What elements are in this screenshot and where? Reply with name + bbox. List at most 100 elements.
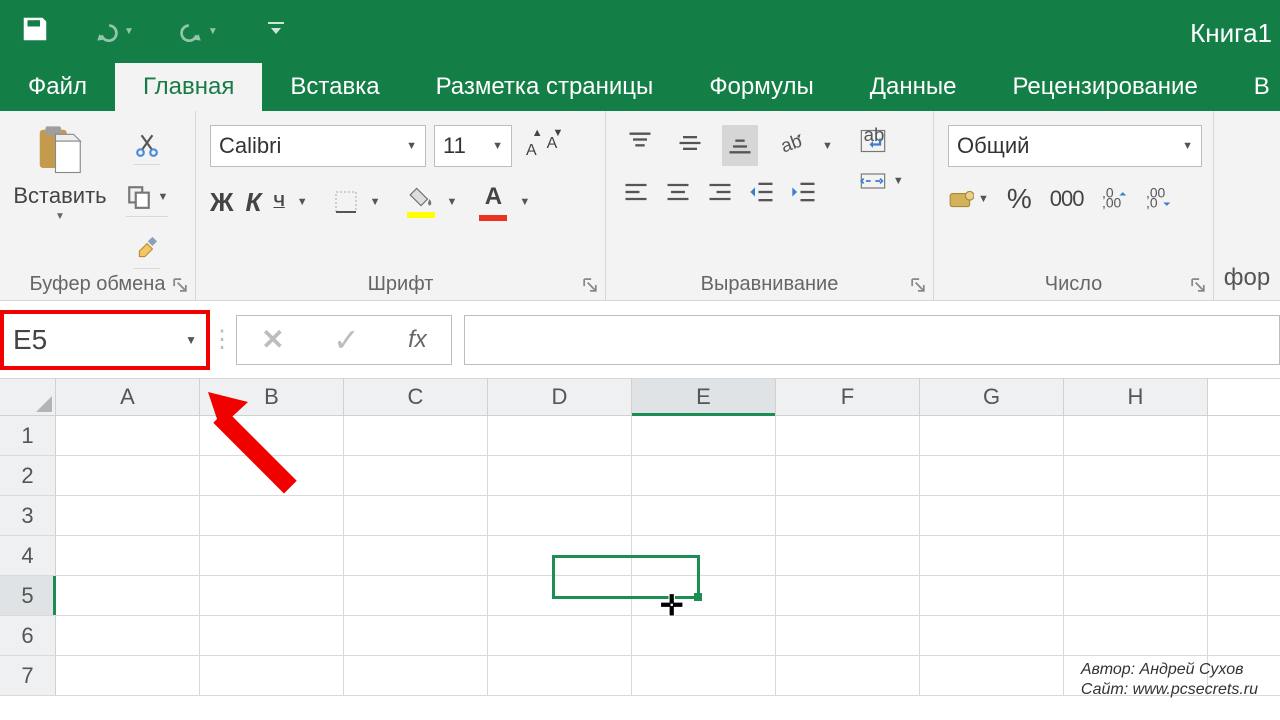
cell[interactable] [1064, 536, 1208, 575]
cell[interactable] [1064, 496, 1208, 535]
chevron-down-icon[interactable]: ▼ [185, 333, 197, 347]
chevron-down-icon[interactable]: ▼ [208, 26, 218, 37]
cell[interactable] [632, 496, 776, 535]
chevron-down-icon[interactable]: ▼ [406, 140, 417, 152]
italic-button[interactable]: К [246, 187, 262, 218]
decrease-indent-button[interactable] [748, 178, 776, 211]
row-header[interactable]: 3 [0, 496, 56, 535]
cell[interactable] [632, 576, 776, 615]
merge-cells-button[interactable]: ▼ [859, 167, 904, 195]
chevron-down-icon[interactable]: ▼ [893, 175, 904, 187]
chevron-down-icon[interactable]: ▼ [519, 196, 530, 208]
percent-button[interactable]: % [1007, 183, 1032, 215]
align-top-button[interactable] [622, 125, 658, 166]
cell[interactable] [488, 536, 632, 575]
increase-decimal-button[interactable]: ,0,00 [1102, 186, 1128, 212]
accept-formula-button[interactable]: ✓ [333, 321, 360, 359]
cell[interactable] [632, 416, 776, 455]
cell[interactable] [920, 656, 1064, 695]
cell[interactable] [56, 416, 200, 455]
cell[interactable] [920, 456, 1064, 495]
cell[interactable] [776, 576, 920, 615]
align-left-button[interactable] [622, 178, 650, 211]
align-bottom-button[interactable] [722, 125, 758, 166]
cell[interactable] [776, 416, 920, 455]
redo-button[interactable]: ▼ [178, 19, 218, 45]
font-color-button[interactable]: А [479, 183, 507, 221]
orientation-button[interactable]: ab [772, 125, 808, 166]
cell[interactable] [1064, 416, 1208, 455]
cell[interactable] [776, 536, 920, 575]
tab-file[interactable]: Файл [0, 63, 115, 111]
align-center-button[interactable] [664, 178, 692, 211]
row-header[interactable]: 5 [0, 576, 56, 615]
column-header[interactable]: A [56, 379, 200, 415]
chevron-down-icon[interactable]: ▼ [1182, 140, 1193, 152]
align-middle-button[interactable] [672, 125, 708, 166]
column-header[interactable]: E [632, 379, 776, 415]
cell[interactable] [56, 536, 200, 575]
cell[interactable] [344, 656, 488, 695]
tab-home[interactable]: Главная [115, 63, 262, 111]
cell[interactable] [776, 456, 920, 495]
cell[interactable] [344, 456, 488, 495]
dialog-launcher-icon[interactable] [173, 278, 189, 294]
cell[interactable] [56, 576, 200, 615]
chevron-down-icon[interactable]: ▼ [492, 140, 503, 152]
cut-button[interactable] [134, 125, 160, 165]
currency-button[interactable]: ▼ [948, 186, 989, 212]
underline-button[interactable]: Ч [273, 193, 284, 211]
chevron-down-icon[interactable]: ▼ [370, 196, 381, 208]
fill-color-button[interactable] [407, 186, 435, 218]
cell[interactable] [344, 576, 488, 615]
cell[interactable] [776, 616, 920, 655]
cell[interactable] [776, 656, 920, 695]
copy-button[interactable]: ▼ [126, 177, 169, 217]
font-size-combo[interactable]: 11 ▼ [434, 125, 512, 167]
row-header[interactable]: 4 [0, 536, 56, 575]
column-header[interactable]: F [776, 379, 920, 415]
cell[interactable] [200, 656, 344, 695]
cell[interactable] [1064, 616, 1208, 655]
cell[interactable] [632, 456, 776, 495]
tab-view-partial[interactable]: В [1226, 63, 1280, 111]
column-header[interactable]: C [344, 379, 488, 415]
row-header[interactable]: 1 [0, 416, 56, 455]
tab-data[interactable]: Данные [842, 63, 985, 111]
cell[interactable] [488, 456, 632, 495]
cell[interactable] [632, 656, 776, 695]
cell[interactable] [200, 616, 344, 655]
cell[interactable] [488, 496, 632, 535]
chevron-down-icon[interactable]: ▼ [158, 191, 169, 203]
chevron-down-icon[interactable]: ▼ [978, 193, 989, 205]
cancel-formula-button[interactable]: ✕ [261, 323, 284, 356]
dialog-launcher-icon[interactable] [1191, 278, 1207, 294]
chevron-down-icon[interactable]: ▼ [124, 26, 134, 37]
comma-style-button[interactable]: 000 [1050, 186, 1084, 212]
chevron-down-icon[interactable]: ▼ [297, 196, 308, 208]
font-family-combo[interactable]: Calibri ▼ [210, 125, 426, 167]
cell[interactable] [200, 536, 344, 575]
column-header[interactable]: G [920, 379, 1064, 415]
cell[interactable] [56, 656, 200, 695]
dialog-launcher-icon[interactable] [583, 278, 599, 294]
increase-font-button[interactable]: А▲ [526, 131, 537, 162]
column-header[interactable]: D [488, 379, 632, 415]
cell[interactable] [344, 416, 488, 455]
cell[interactable] [1064, 576, 1208, 615]
bold-button[interactable]: Ж [210, 187, 234, 218]
cell[interactable] [920, 536, 1064, 575]
cell[interactable] [344, 616, 488, 655]
cell[interactable] [56, 496, 200, 535]
wrap-text-button[interactable]: ab [859, 127, 904, 155]
cell[interactable] [344, 496, 488, 535]
formula-input[interactable] [464, 315, 1280, 365]
cell[interactable] [488, 416, 632, 455]
cell[interactable] [344, 536, 488, 575]
chevron-down-icon[interactable]: ▼ [447, 196, 458, 208]
align-right-button[interactable] [706, 178, 734, 211]
number-format-combo[interactable]: Общий ▼ [948, 125, 1202, 167]
format-painter-button[interactable] [134, 229, 160, 269]
cell[interactable] [920, 496, 1064, 535]
row-header[interactable]: 6 [0, 616, 56, 655]
